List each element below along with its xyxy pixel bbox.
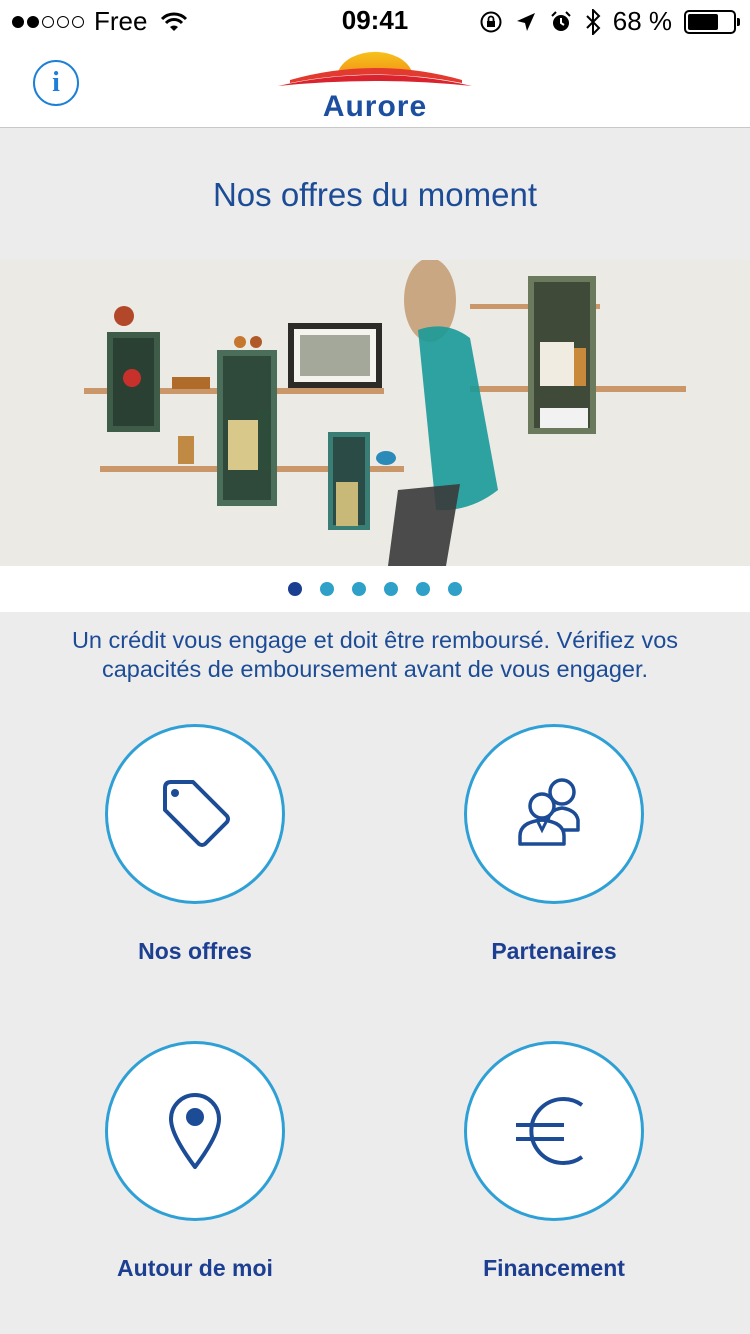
battery-icon [684,9,740,34]
carousel-dot[interactable] [448,582,462,596]
carousel-dot[interactable] [384,582,398,596]
tile-label: Partenaires [491,938,617,964]
sunrise-logo-icon [278,51,472,86]
carousel-page-indicator[interactable] [0,566,750,612]
tile-partenaires[interactable]: Partenaires [424,724,684,984]
carousel-dot[interactable] [416,582,430,596]
tile-circle[interactable] [105,1041,285,1221]
tile-autour-de-moi[interactable]: Autour de moi [65,1041,325,1301]
tile-circle[interactable] [105,724,285,904]
tile-label: Financement [483,1255,625,1281]
carousel-dot[interactable] [288,582,302,596]
alarm-icon [551,10,571,31]
tag-icon [163,780,230,847]
tile-label: Nos offres [138,938,252,964]
carousel-dot[interactable] [320,582,334,596]
bluetooth-icon [586,8,601,35]
info-icon: i [52,67,60,98]
status-bar: Free 09:41 68 % [0,0,750,40]
battery-percent: 68 % [612,6,672,36]
carousel-dot[interactable] [352,582,366,596]
tile-label: Autour de moi [117,1255,273,1281]
disclaimer-line-1: Un crédit vous engage et doit être rembo… [71,627,679,653]
info-button[interactable]: i [33,60,79,106]
aurore-logo: Aurore [276,46,474,124]
disclaimer-line-2: capacités de emboursement avant de vous … [101,656,649,682]
tile-financement[interactable]: Financement [424,1041,684,1301]
orientation-lock-icon [480,11,502,32]
offers-title: Nos offres du moment [212,175,538,213]
shelves-photo [0,260,750,566]
tile-circle[interactable] [464,724,644,904]
logo-text: Aurore [322,90,428,123]
location-arrow-icon [516,12,535,31]
location-pin-icon [169,1093,221,1169]
offer-banner-image[interactable] [0,260,750,566]
tile-nos-offres[interactable]: Nos offres [65,724,325,984]
euro-icon [516,1097,584,1165]
partners-icon [518,778,580,846]
credit-disclaimer: Un crédit vous engage et doit être rembo… [20,626,730,684]
nav-bar: i Aurore [0,40,750,128]
tile-circle[interactable] [464,1041,644,1221]
